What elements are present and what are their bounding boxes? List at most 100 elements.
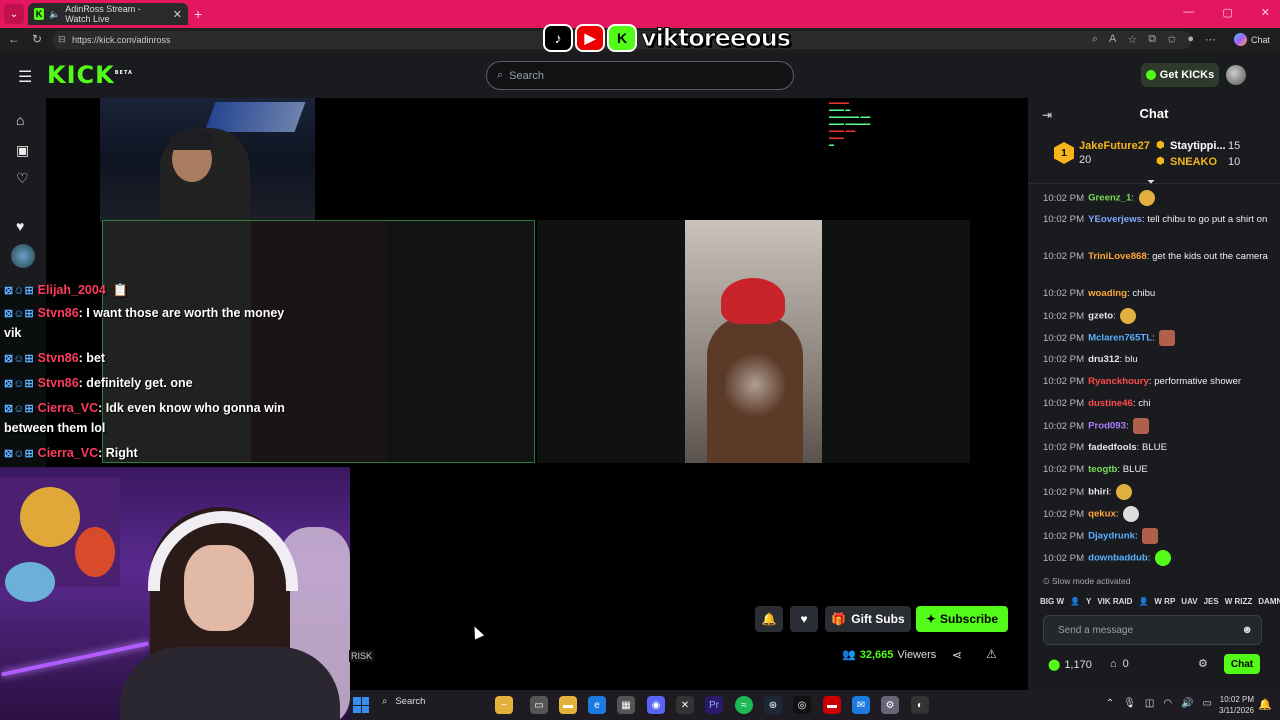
premiere-icon[interactable]: Pr bbox=[705, 696, 723, 714]
favorite-star-icon[interactable]: ☆ bbox=[1127, 33, 1137, 46]
report-icon[interactable]: ⚠ bbox=[986, 647, 997, 661]
followed-channels-icon[interactable]: ♥ bbox=[16, 218, 24, 234]
chat-username[interactable]: Djaydrunk bbox=[1088, 531, 1135, 542]
browse-icon[interactable]: ▣ bbox=[16, 142, 29, 159]
quick-emote[interactable]: 👤 bbox=[1138, 597, 1148, 606]
favorites-icon[interactable]: ✩ bbox=[1167, 33, 1176, 46]
chat-username[interactable]: bhiri bbox=[1088, 487, 1109, 498]
quick-emote[interactable]: DAMN bbox=[1258, 597, 1280, 606]
quick-emote[interactable]: Y bbox=[1086, 597, 1091, 606]
third-gifter-name[interactable]: SNEAKO bbox=[1170, 156, 1217, 168]
follow-button[interactable]: ♥ bbox=[790, 606, 818, 632]
copilot-chat-button[interactable]: Chat bbox=[1233, 33, 1270, 46]
top-gifter-name[interactable]: JakeFuture27 bbox=[1079, 140, 1150, 152]
gifter-badge-icon: ⬢ bbox=[1156, 140, 1165, 151]
store-icon[interactable]: ▦ bbox=[617, 696, 635, 714]
file-explorer-icon[interactable]: ▬ bbox=[559, 696, 577, 714]
chat-username[interactable]: downbaddub bbox=[1088, 553, 1148, 564]
chat-username[interactable]: Ryanckhoury bbox=[1088, 376, 1149, 387]
chat-username[interactable]: dru312 bbox=[1088, 354, 1119, 365]
chat-message-input[interactable]: Send a message ☻ bbox=[1043, 615, 1262, 645]
microphone-icon[interactable]: 🎙 bbox=[1123, 698, 1136, 709]
quick-emote[interactable]: JES bbox=[1204, 597, 1219, 606]
send-chat-button[interactable]: Chat bbox=[1224, 654, 1260, 674]
home-icon[interactable]: ⌂ bbox=[16, 112, 24, 128]
quick-emote[interactable]: 👤 bbox=[1070, 597, 1080, 606]
chat-username[interactable]: YEoverjews bbox=[1088, 214, 1142, 225]
zoom-icon[interactable]: ⌕ bbox=[1092, 33, 1098, 46]
site-info-icon[interactable]: ⊟ bbox=[58, 34, 66, 45]
read-aloud-icon[interactable]: A bbox=[1109, 33, 1116, 46]
chat-username[interactable]: Greenz_1 bbox=[1088, 193, 1131, 204]
app-icon[interactable]: ▬ bbox=[823, 696, 841, 714]
more-menu-icon[interactable]: ⋯ bbox=[1205, 33, 1216, 46]
discord-icon[interactable]: ◉ bbox=[647, 696, 665, 714]
brand-name: viktoreeous bbox=[640, 24, 791, 53]
kicks-balance[interactable]: ⬤ 1,170 bbox=[1048, 658, 1092, 672]
taskbar-clock[interactable]: 10:02 PM 3/11/2026 bbox=[1219, 694, 1254, 716]
chat-username[interactable]: TriniLove868 bbox=[1088, 251, 1147, 262]
volume-icon[interactable]: 🔊 bbox=[1181, 698, 1193, 709]
chat-username[interactable]: gzeto bbox=[1088, 311, 1113, 322]
emoji-picker-icon[interactable]: ☻ bbox=[1241, 624, 1253, 636]
chat-username[interactable]: Mclaren765TL bbox=[1088, 333, 1152, 344]
outlook-icon[interactable]: ✉ bbox=[852, 696, 870, 714]
obs-icon[interactable]: ◎ bbox=[793, 696, 811, 714]
windows-start-icon[interactable] bbox=[353, 697, 369, 713]
close-window-icon[interactable]: ✕ bbox=[1261, 6, 1270, 19]
speaker-icon[interactable]: 🔈 bbox=[49, 9, 60, 20]
chat-username[interactable]: dustine46 bbox=[1088, 398, 1133, 409]
gift-balance[interactable]: ⌂ 0 bbox=[1110, 658, 1129, 670]
user-avatar[interactable] bbox=[1226, 65, 1246, 85]
minimize-icon[interactable]: — bbox=[1183, 6, 1194, 19]
notification-bell-button[interactable]: 🔔 bbox=[755, 606, 783, 632]
widget-icon[interactable]: ~ bbox=[495, 696, 513, 714]
following-icon[interactable]: ♡ bbox=[16, 170, 29, 187]
refresh-icon[interactable]: ↻ bbox=[32, 32, 42, 46]
second-gifter-name[interactable]: Staytippi... bbox=[1170, 140, 1226, 152]
chat-username[interactable]: teogtb bbox=[1088, 464, 1117, 475]
chat-username[interactable]: woading bbox=[1088, 288, 1127, 299]
chat-username[interactable]: qekux bbox=[1088, 509, 1116, 520]
task-view-icon[interactable]: ▭ bbox=[530, 696, 548, 714]
quick-emote[interactable]: W RIZZ bbox=[1225, 597, 1253, 606]
close-tab-icon[interactable]: ✕ bbox=[173, 8, 182, 21]
chat-settings-icon[interactable]: ⚙ bbox=[1198, 657, 1208, 670]
tab-menu-button[interactable]: ⌄ bbox=[4, 4, 24, 24]
maximize-icon[interactable]: ▢ bbox=[1222, 6, 1232, 19]
expand-leaderboard-icon[interactable]: ⏷ bbox=[1147, 177, 1155, 188]
quick-emote[interactable]: BIG W bbox=[1040, 597, 1064, 606]
battery-icon[interactable]: ▭ bbox=[1203, 698, 1212, 709]
quick-emote[interactable]: W RP bbox=[1154, 597, 1175, 606]
get-kicks-button[interactable]: Get KICKs bbox=[1141, 63, 1219, 87]
search-input[interactable]: ⌕ Search bbox=[486, 61, 794, 90]
menu-icon[interactable]: ☰ bbox=[18, 67, 32, 87]
gift-subs-button[interactable]: 🎁 Gift Subs bbox=[825, 606, 911, 632]
chat-username[interactable]: Prod093 bbox=[1088, 421, 1126, 432]
notifications-icon[interactable]: 🔔 bbox=[1258, 698, 1272, 711]
share-icon[interactable]: ⋖ bbox=[952, 648, 962, 662]
kick-logo[interactable]: KICKBETA bbox=[47, 61, 133, 89]
steam-icon[interactable]: ⊛ bbox=[764, 696, 782, 714]
extensions-icon[interactable]: ⧉ bbox=[1148, 33, 1156, 46]
edge-icon[interactable]: e bbox=[588, 696, 606, 714]
network-icon[interactable]: ◫ bbox=[1145, 698, 1154, 709]
quick-emote[interactable]: UAV bbox=[1181, 597, 1197, 606]
back-icon[interactable]: ← bbox=[8, 32, 20, 46]
new-tab-icon[interactable]: + bbox=[194, 6, 202, 22]
quick-emote[interactable]: VIK RAID bbox=[1097, 597, 1132, 606]
settings-icon[interactable]: ⚙ bbox=[881, 696, 899, 714]
xbox-icon[interactable]: ✕ bbox=[676, 696, 694, 714]
wifi-icon[interactable]: ◠ bbox=[1163, 698, 1172, 709]
channel-avatar[interactable] bbox=[11, 244, 35, 268]
chat-username[interactable]: fadedfools bbox=[1088, 442, 1137, 453]
spotify-icon[interactable]: ≈ bbox=[735, 696, 753, 714]
subscribe-button[interactable]: ✦ Subscribe bbox=[916, 606, 1008, 632]
chat-title: Chat bbox=[1139, 106, 1169, 121]
app-icon[interactable]: ◐ bbox=[911, 696, 929, 714]
chat-emote-icon bbox=[1138, 190, 1155, 206]
browser-tab[interactable]: K 🔈 AdinRoss Stream - Watch Live ✕ bbox=[28, 3, 188, 25]
profile-icon[interactable]: ● bbox=[1187, 33, 1194, 46]
tray-overflow-icon[interactable]: ⌃ bbox=[1106, 698, 1114, 709]
taskbar-search[interactable]: ⌕ Search bbox=[382, 696, 425, 707]
